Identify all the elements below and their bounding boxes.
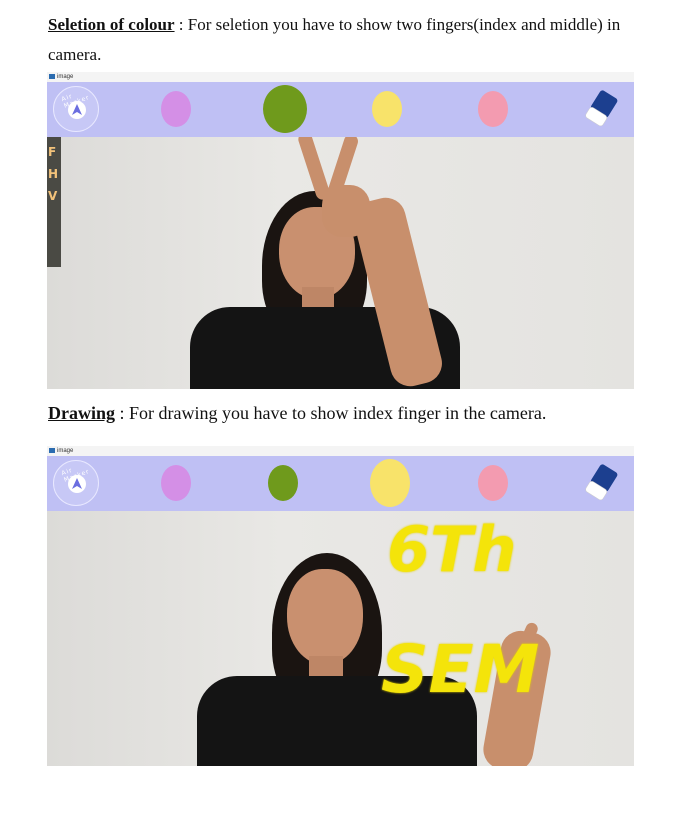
camera-feed: FHV xyxy=(47,137,634,389)
pen-icon xyxy=(68,475,86,493)
eraser-icon[interactable] xyxy=(583,90,619,128)
pink-color-swatch[interactable] xyxy=(478,465,508,501)
window-title: image xyxy=(57,74,74,80)
window-titlebar: image xyxy=(47,446,634,456)
green-color-swatch[interactable] xyxy=(268,465,298,501)
window-icon xyxy=(49,73,55,79)
drawing-screenshot: image Air Marker 6Th SEM xyxy=(47,446,634,766)
purple-color-swatch[interactable] xyxy=(161,465,191,501)
eraser-icon[interactable] xyxy=(583,464,619,502)
selection-screenshot: image Air Marker FHV xyxy=(47,72,634,389)
yellow-color-swatch[interactable] xyxy=(372,91,402,127)
purple-color-swatch[interactable] xyxy=(161,91,191,127)
window-icon xyxy=(49,447,55,453)
green-color-swatch[interactable] xyxy=(263,85,307,133)
yellow-color-swatch[interactable] xyxy=(370,459,410,507)
pink-color-swatch[interactable] xyxy=(478,91,508,127)
drawn-text-line1: 6Th xyxy=(387,513,517,586)
drawing-heading: Drawing xyxy=(48,403,115,423)
drawing-description: : For drawing you have to show index fin… xyxy=(115,403,547,423)
color-palette-bar: Air Marker xyxy=(47,82,634,137)
window-titlebar: image xyxy=(47,72,634,82)
air-marker-logo: Air Marker xyxy=(53,86,99,132)
drawing-paragraph: Drawing : For drawing you have to show i… xyxy=(48,398,648,430)
color-palette-bar: Air Marker xyxy=(47,456,634,511)
wall-poster: FHV xyxy=(47,137,61,267)
air-marker-logo: Air Marker xyxy=(53,460,99,506)
window-title: image xyxy=(57,448,74,454)
pen-icon xyxy=(68,101,86,119)
drawn-text-line2: SEM xyxy=(381,631,540,708)
selection-paragraph: Seletion of colour : For seletion you ha… xyxy=(48,10,638,70)
camera-feed: 6Th SEM xyxy=(47,511,634,766)
selection-heading: Seletion of colour xyxy=(48,15,175,34)
